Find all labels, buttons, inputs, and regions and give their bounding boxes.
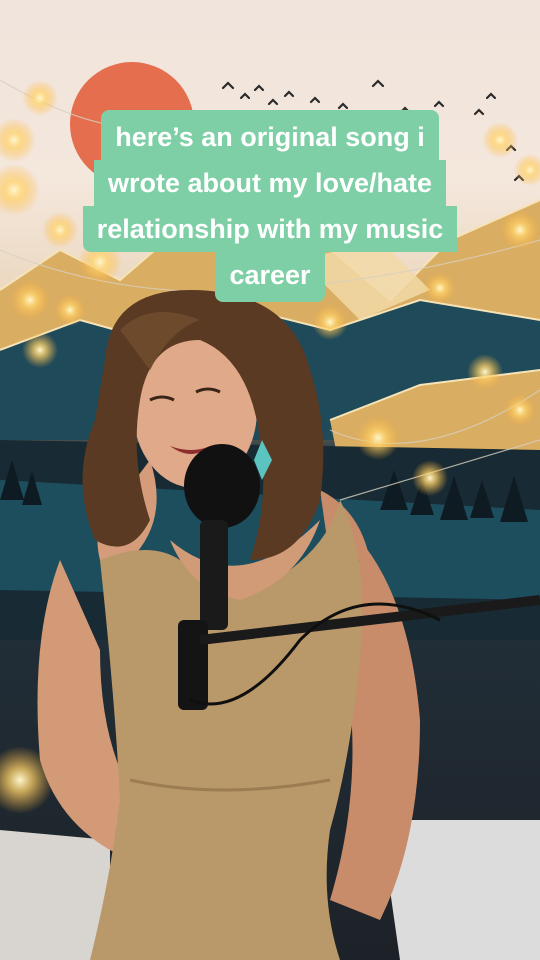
caption-line-4: career <box>215 252 325 302</box>
caption-overlay: here’s an original song i wrote about my… <box>0 110 540 302</box>
caption-line-1: here’s an original song i <box>101 110 439 160</box>
caption-line-3: relationship with my music <box>82 206 458 252</box>
caption-line-2: wrote about my love/hate <box>93 160 447 206</box>
video-frame[interactable]: here’s an original song i wrote about my… <box>0 0 540 960</box>
